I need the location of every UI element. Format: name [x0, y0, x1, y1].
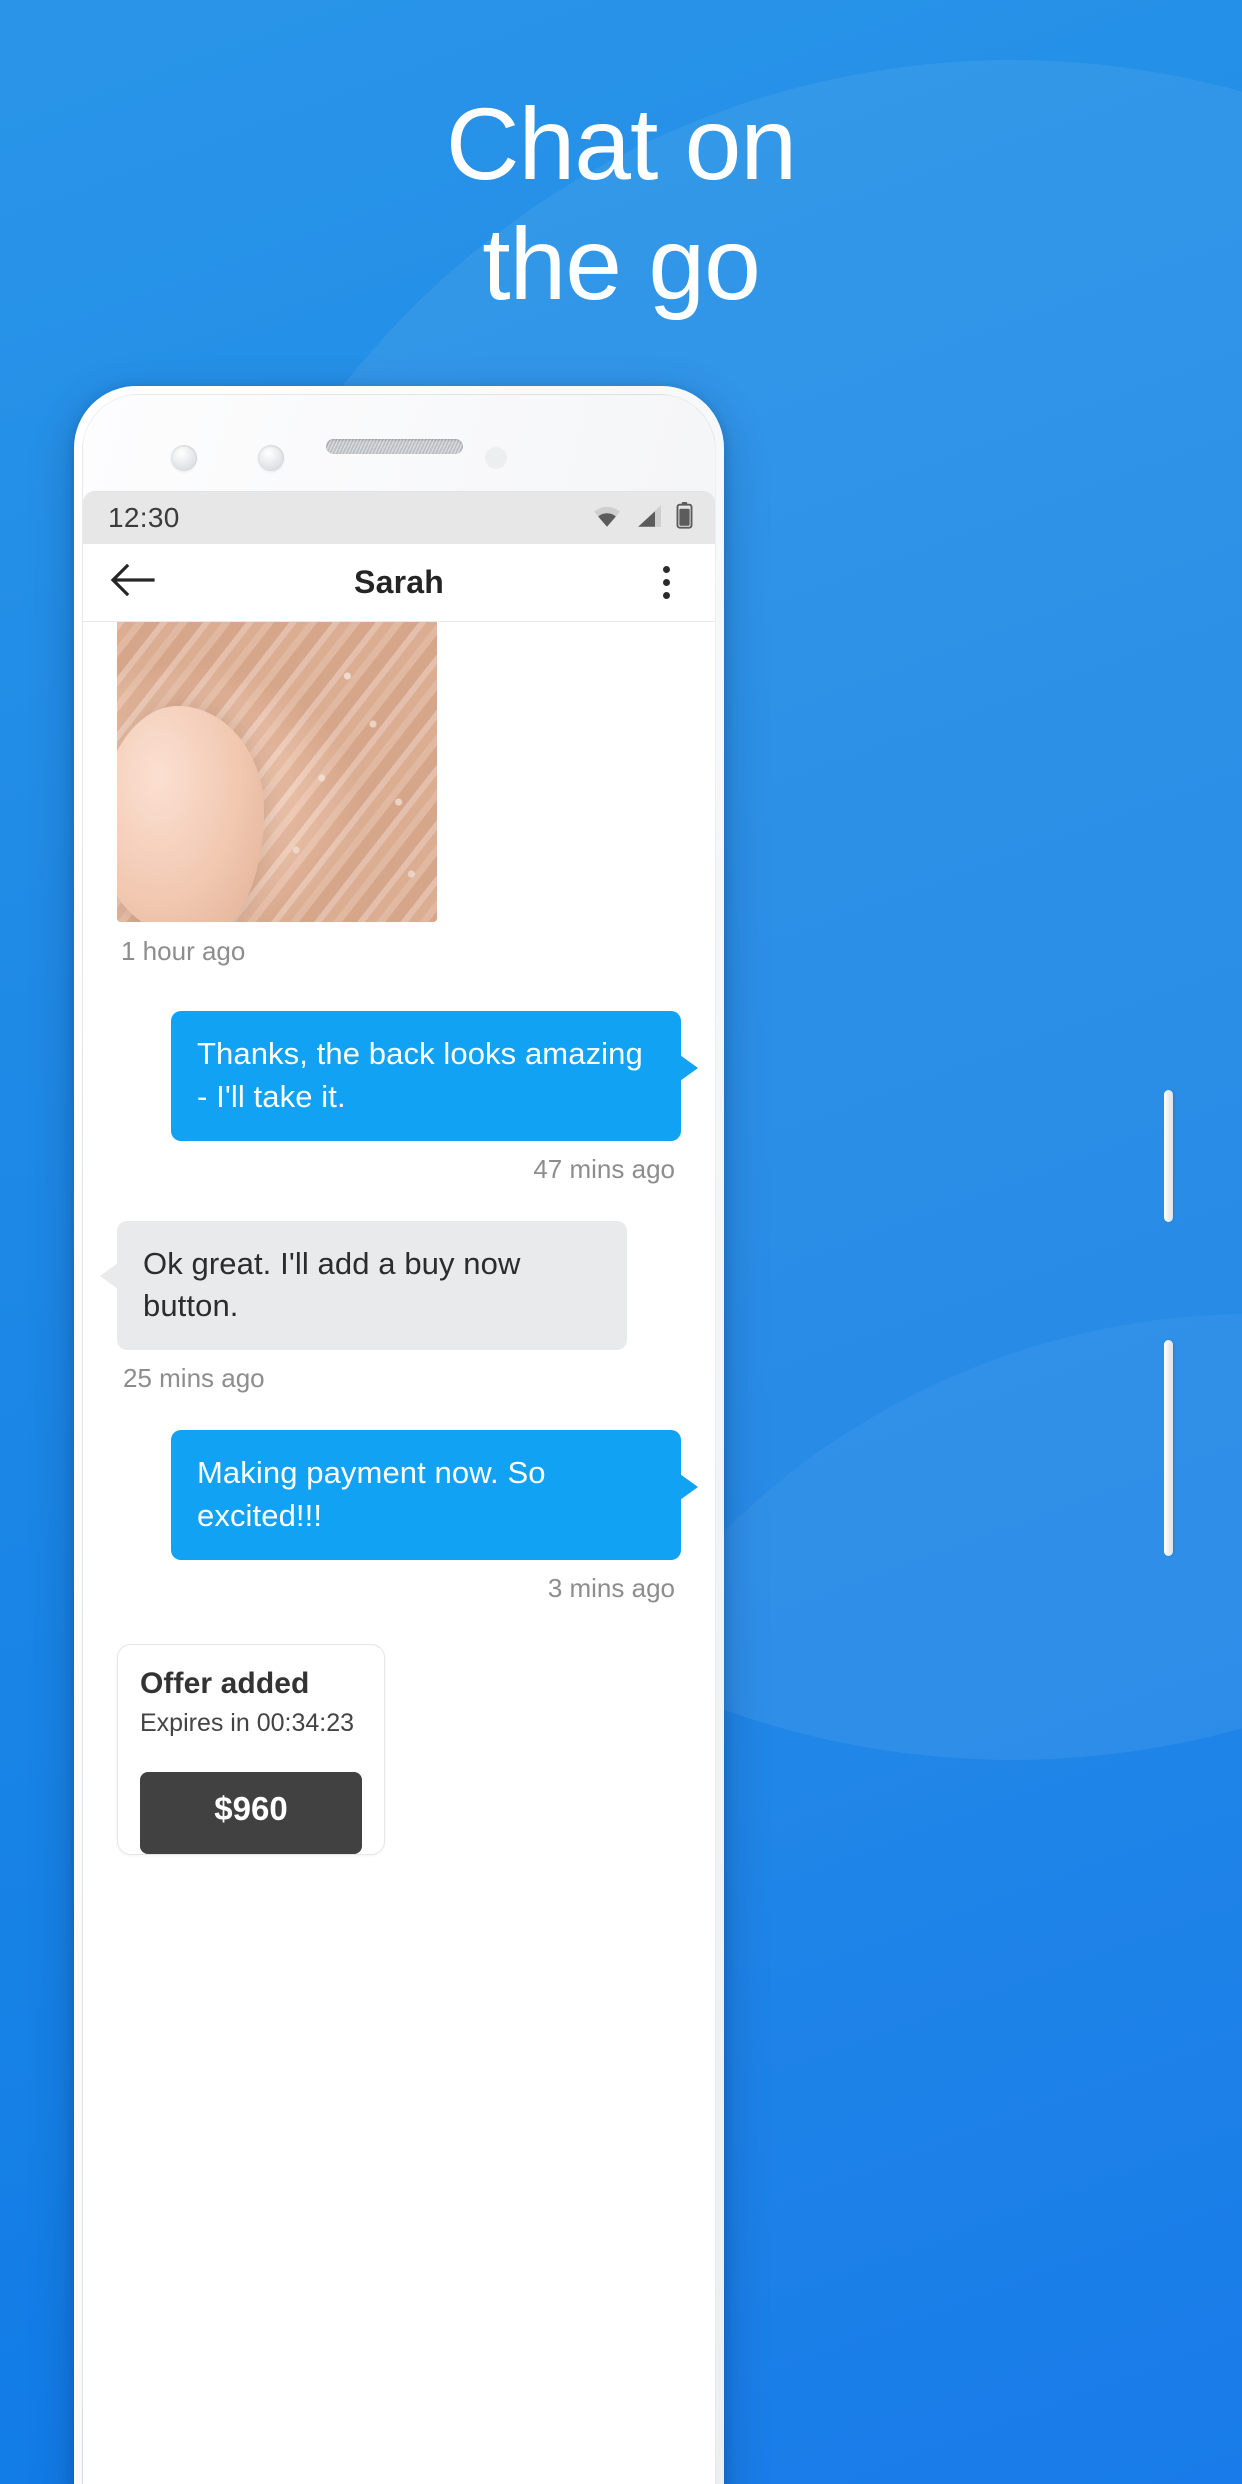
message-photo: 1 hour ago — [117, 622, 681, 967]
cellular-signal-icon — [635, 504, 663, 533]
message-timestamp: 47 mins ago — [533, 1153, 675, 1184]
wifi-icon — [592, 504, 622, 533]
message-timestamp: 3 mins ago — [547, 1572, 675, 1603]
message-row-outgoing-2: Making payment now. So excited!!! 3 mins… — [117, 1430, 698, 1604]
promo-headline: Chat on the go — [0, 84, 1242, 325]
message-row-offer: Offer added Expires in 00:34:23 $960 — [117, 1604, 681, 1855]
back-arrow-icon — [109, 561, 155, 604]
photo-attachment[interactable] — [117, 622, 437, 922]
offer-price-button[interactable]: $960 — [140, 1771, 362, 1854]
message-bubble[interactable]: Thanks, the back looks amazing - I'll ta… — [171, 1011, 698, 1141]
phone-body: 12:30 Sarah 1 hour ago Thanks, the back … — [82, 394, 716, 2484]
overflow-dot-2 — [662, 579, 670, 586]
offer-card-expiry: Expires in 00:34:23 — [140, 1708, 355, 1737]
headline-line-1: Chat on — [445, 87, 797, 201]
overflow-menu-button[interactable] — [643, 566, 689, 599]
status-bar-icons — [592, 502, 693, 534]
battery-icon — [676, 502, 693, 534]
offer-card[interactable]: Offer added Expires in 00:34:23 $960 — [117, 1643, 385, 1855]
phone-top-bezel — [83, 395, 715, 491]
phone-mockup: 12:30 Sarah 1 hour ago Thanks, the back … — [74, 386, 724, 2484]
phone-volume-button[interactable] — [1164, 1340, 1173, 1556]
message-bubble[interactable]: Ok great. I'll add a buy now button. — [100, 1220, 627, 1351]
conversation-title: Sarah — [354, 564, 444, 600]
phone-screen: 12:30 Sarah 1 hour ago Thanks, the back … — [83, 491, 715, 2484]
ambient-light-sensor-icon — [485, 447, 507, 469]
message-bubble[interactable]: Making payment now. So excited!!! — [171, 1430, 698, 1560]
earpiece-speaker-grille — [326, 439, 463, 454]
chat-thread[interactable]: 1 hour ago Thanks, the back looks amazin… — [83, 622, 715, 2484]
app-bar: Sarah — [83, 544, 715, 622]
message-row-incoming-1: Ok great. I'll add a buy now button. 25 … — [100, 1220, 681, 1395]
overflow-dot-3 — [662, 592, 670, 599]
message-row-outgoing-1: Thanks, the back looks amazing - I'll ta… — [117, 1011, 698, 1185]
headline-line-2: the go — [482, 207, 761, 322]
front-camera-icon — [171, 445, 197, 471]
back-button[interactable] — [109, 561, 163, 604]
proximity-sensor-icon — [258, 445, 284, 471]
phone-power-button[interactable] — [1164, 1090, 1173, 1222]
dress-photo-image — [117, 622, 437, 922]
promo-screenshot: Chat on the go 12:30 Sarah 1 hour ago Th… — [0, 0, 1242, 2484]
status-bar: 12:30 — [83, 492, 715, 544]
status-bar-clock: 12:30 — [108, 502, 180, 533]
message-timestamp: 25 mins ago — [123, 1363, 265, 1394]
overflow-dot-1 — [662, 566, 670, 573]
photo-timestamp: 1 hour ago — [121, 936, 246, 966]
offer-card-title: Offer added — [140, 1666, 310, 1700]
